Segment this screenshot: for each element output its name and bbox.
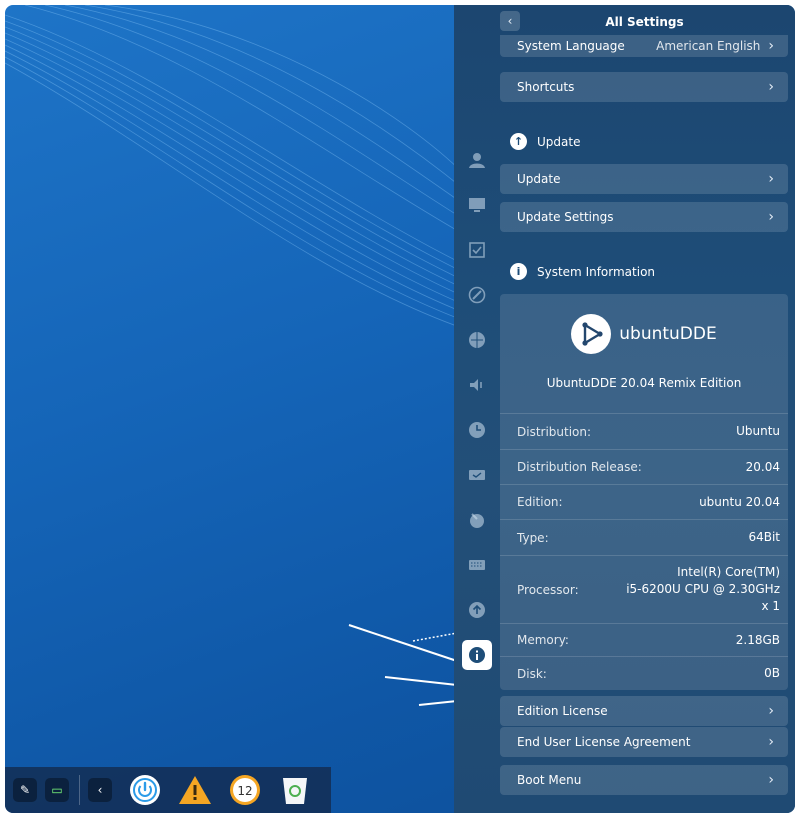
svg-text:12: 12 [237, 784, 252, 798]
trash-app-icon[interactable] [277, 772, 313, 808]
mouse-icon[interactable] [462, 505, 492, 535]
distro-logo: ubuntuDDE [500, 314, 788, 354]
edition-license-label: Edition License [517, 704, 608, 718]
dock: ✎ ▭ ‹ 12 [5, 767, 331, 813]
logo-text: ubuntuDDE [619, 324, 717, 344]
display-icon[interactable] [462, 190, 492, 220]
battery-icon[interactable]: ▭ [45, 778, 69, 802]
edition-row: Edition: ubuntu 20.04 [500, 484, 788, 519]
info-key: Distribution Release: [517, 460, 642, 474]
sidebar [462, 145, 492, 685]
processor-row: Processor: Intel(R) Core(TM) i5-6200U CP… [500, 555, 788, 623]
info-value: ubuntu 20.04 [699, 494, 780, 509]
system-language-row[interactable]: System Language American English › [500, 35, 788, 57]
desktop: ✎ ▭ ‹ 12 ‹ All Settings System Language … [5, 5, 795, 813]
update-icon[interactable] [462, 595, 492, 625]
eula-row[interactable]: End User License Agreement › [500, 727, 788, 757]
power-app-icon[interactable] [127, 772, 163, 808]
update-row[interactable]: Update › [500, 164, 788, 194]
settings-panel: ‹ All Settings System Language American … [454, 5, 795, 813]
memory-row: Memory: 2.18GB [500, 623, 788, 656]
system-info-card: ubuntuDDE UbuntuDDE 20.04 Remix Edition … [500, 294, 788, 690]
keyboard-icon[interactable] [462, 550, 492, 580]
system-info-section-title: System Information [537, 264, 656, 279]
info-value: Ubuntu [736, 424, 780, 438]
update-section-title: Update [537, 134, 581, 149]
info-key: Edition: [517, 495, 563, 509]
system-info-icon[interactable] [462, 640, 492, 670]
ubuntudde-logo-icon [571, 314, 612, 354]
update-label: Update [517, 172, 561, 186]
network-icon[interactable] [462, 325, 492, 355]
power-icon[interactable] [462, 460, 492, 490]
info-value: Intel(R) Core(TM) i5-6200U CPU @ 2.30GHz… [626, 564, 780, 615]
shortcuts-label: Shortcuts [517, 80, 575, 94]
type-row: Type: 64Bit [500, 519, 788, 555]
info-value: 0B [764, 666, 780, 680]
eula-label: End User License Agreement [517, 735, 691, 749]
pen-icon[interactable]: ✎ [13, 778, 37, 802]
chevron-right-icon: › [768, 79, 774, 95]
chevron-right-icon: › [768, 38, 774, 54]
system-language-value: American English [656, 39, 761, 53]
disk-row: Disk: 0B [500, 656, 788, 690]
info-value: 20.04 [745, 459, 780, 474]
release-row: Distribution Release: 20.04 [500, 449, 788, 484]
info-key: Processor: [517, 582, 579, 597]
sound-icon[interactable] [462, 370, 492, 400]
update-settings-row[interactable]: Update Settings › [500, 202, 788, 232]
edition-name: UbuntuDDE 20.04 Remix Edition [546, 376, 742, 390]
chevron-left-icon[interactable]: ‹ [88, 778, 112, 802]
update-section-header: ↑ Update [510, 133, 580, 150]
info-key: Memory: [517, 633, 569, 647]
info-key: Distribution: [517, 424, 592, 439]
processor-line-2: i5-6200U CPU @ 2.30GHz [626, 582, 780, 596]
processor-line-3: x 1 [761, 599, 780, 613]
update-settings-label: Update Settings [517, 210, 614, 224]
warning-app-icon[interactable] [177, 772, 213, 808]
chevron-right-icon: › [768, 171, 774, 187]
personalization-icon[interactable] [462, 280, 492, 310]
system-language-label: System Language [517, 39, 625, 53]
info-icon: i [510, 263, 527, 280]
chevron-right-icon: › [768, 703, 774, 719]
chevron-right-icon: › [768, 734, 774, 750]
processor-line-1: Intel(R) Core(TM) [677, 565, 780, 579]
chevron-right-icon: › [768, 772, 774, 788]
edition-license-row[interactable]: Edition License › [500, 696, 788, 726]
clock-app-icon[interactable]: 12 [227, 772, 263, 808]
distribution-row: Distribution: Ubuntu [500, 413, 788, 449]
boot-menu-label: Boot Menu [517, 773, 582, 787]
info-value: 2.18GB [735, 632, 780, 647]
shortcuts-row[interactable]: Shortcuts › [500, 72, 788, 102]
update-icon: ↑ [510, 133, 527, 150]
datetime-icon[interactable] [462, 415, 492, 445]
accounts-icon[interactable] [462, 145, 492, 175]
default-apps-icon[interactable] [462, 235, 492, 265]
info-key: Disk: [517, 666, 547, 681]
dock-separator [79, 775, 80, 805]
panel-title: All Settings [605, 15, 684, 29]
boot-menu-row[interactable]: Boot Menu › [500, 765, 788, 795]
info-key: Type: [517, 530, 549, 545]
chevron-right-icon: › [768, 209, 774, 225]
info-value: 64Bit [748, 530, 780, 544]
system-info-section-header: i System Information [510, 263, 655, 280]
